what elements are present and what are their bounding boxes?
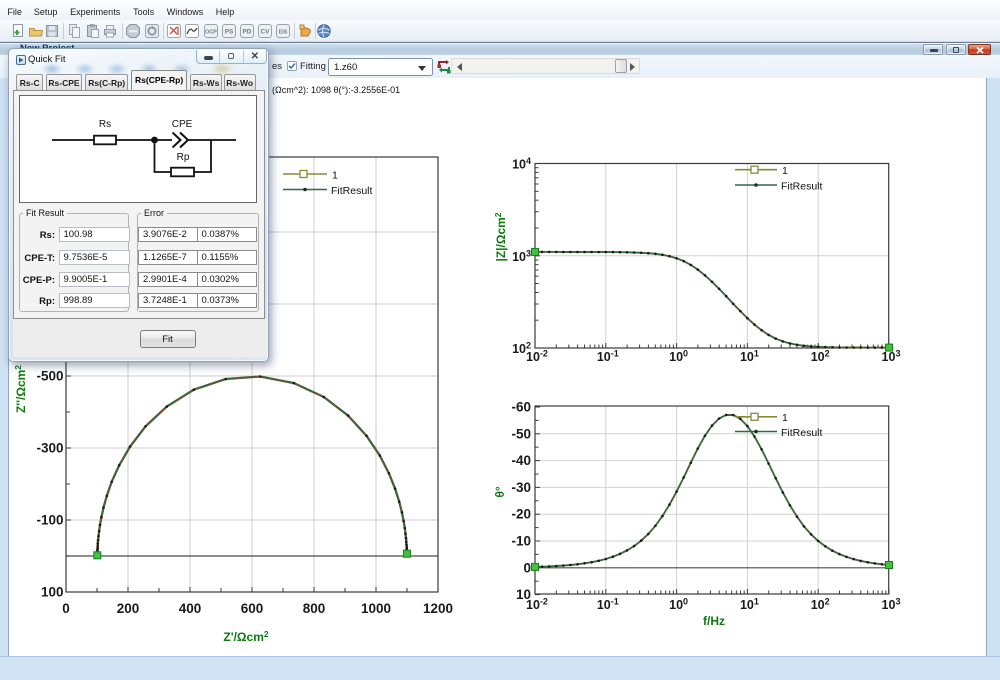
svg-text:103: 103 bbox=[512, 248, 531, 264]
svg-text:-20: -20 bbox=[511, 507, 531, 522]
svg-text:-100: -100 bbox=[36, 513, 63, 528]
svg-text:101: 101 bbox=[740, 597, 759, 613]
svg-text:0: 0 bbox=[523, 560, 531, 575]
svg-text:103: 103 bbox=[882, 349, 901, 365]
svg-text:200: 200 bbox=[117, 601, 140, 616]
svg-text:FitResult: FitResult bbox=[781, 427, 823, 439]
svg-text:1200: 1200 bbox=[423, 601, 453, 616]
svg-text:103: 103 bbox=[882, 597, 901, 613]
svg-text:-60: -60 bbox=[511, 400, 531, 415]
svg-text:1: 1 bbox=[332, 170, 338, 182]
svg-text:Z'/Ωcm2: Z'/Ωcm2 bbox=[223, 629, 268, 644]
svg-text:|Z|/Ωcm2: |Z|/Ωcm2 bbox=[493, 212, 508, 261]
svg-text:θ°: θ° bbox=[493, 486, 507, 497]
svg-text:101: 101 bbox=[740, 349, 759, 365]
svg-text:-10: -10 bbox=[511, 534, 531, 549]
svg-text:100: 100 bbox=[41, 585, 64, 600]
svg-text:104: 104 bbox=[512, 156, 531, 172]
svg-text:f/Hz: f/Hz bbox=[703, 614, 725, 628]
svg-text:800: 800 bbox=[303, 601, 326, 616]
svg-text:1: 1 bbox=[782, 165, 788, 177]
svg-text:10-1: 10-1 bbox=[597, 349, 619, 365]
svg-text:-500: -500 bbox=[36, 369, 63, 384]
svg-text:FitResult: FitResult bbox=[331, 185, 373, 197]
svg-text:102: 102 bbox=[811, 597, 830, 613]
svg-text:-300: -300 bbox=[36, 441, 63, 456]
svg-text:Z''/Ωcm2: Z''/Ωcm2 bbox=[13, 365, 28, 413]
svg-text:-30: -30 bbox=[511, 480, 531, 495]
svg-text:-50: -50 bbox=[511, 426, 531, 441]
svg-text:100: 100 bbox=[669, 597, 688, 613]
svg-text:10-1: 10-1 bbox=[597, 597, 619, 613]
svg-text:-40: -40 bbox=[511, 453, 531, 468]
svg-text:10-2: 10-2 bbox=[526, 349, 548, 365]
svg-text:10-2: 10-2 bbox=[526, 597, 548, 613]
svg-text:600: 600 bbox=[241, 601, 264, 616]
svg-text:1: 1 bbox=[782, 412, 788, 424]
svg-text:FitResult: FitResult bbox=[781, 181, 823, 193]
svg-text:0: 0 bbox=[62, 601, 70, 616]
svg-text:1000: 1000 bbox=[361, 601, 391, 616]
svg-text:100: 100 bbox=[669, 349, 688, 365]
svg-text:400: 400 bbox=[179, 601, 202, 616]
svg-text:102: 102 bbox=[811, 349, 830, 365]
